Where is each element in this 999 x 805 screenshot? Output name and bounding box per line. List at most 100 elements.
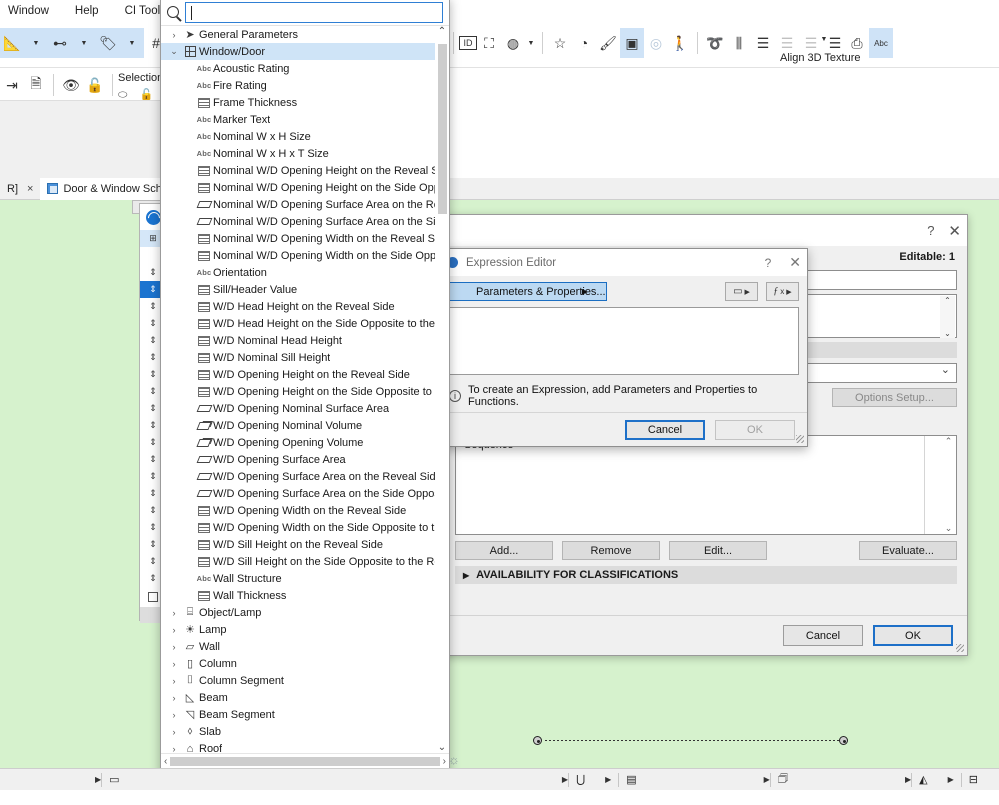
dimension-node-left[interactable] [533, 736, 542, 745]
add-button[interactable]: Add... [455, 541, 553, 560]
lock-select-icon[interactable]: 🔓 [83, 70, 107, 100]
expression-text-area[interactable] [447, 307, 799, 375]
tree-item[interactable]: W/D Opening Surface Area on the Side Opp… [161, 485, 435, 502]
tree-item[interactable]: W/D Opening Width on the Side Opposite t… [161, 519, 435, 536]
tree-item[interactable]: Abc Marker Text [161, 111, 435, 128]
tree-item[interactable]: ⌄ Window/Door [161, 43, 435, 60]
brush-icon[interactable]: 🖌 [596, 28, 620, 58]
options-setup-button[interactable]: Options Setup... [832, 388, 957, 407]
dimension-dropdown-icon[interactable]: ▼ [72, 28, 96, 58]
dimension-tool-icon[interactable]: ⊷ [48, 28, 72, 58]
pen-readout[interactable] [795, 769, 905, 791]
tree-item[interactable]: Abc Nominal W x H Size [161, 128, 435, 145]
align-3d-dropdown-icon[interactable]: ▼ [818, 24, 830, 54]
tree-item[interactable]: W/D Opening Surface Area [161, 451, 435, 468]
expander-icon[interactable]: › [167, 727, 181, 737]
tree-item[interactable]: Nominal W/D Opening Height on the Side O… [161, 179, 435, 196]
renovation-readout[interactable]: ▶ [935, 769, 961, 791]
pick-up-settings-icon[interactable]: ▣ [620, 28, 644, 58]
layer-readout[interactable] [644, 769, 764, 791]
tree-item[interactable]: Nominal W/D Opening Height on the Reveal… [161, 162, 435, 179]
stack-icon-1[interactable]: ☰ [751, 28, 775, 58]
expander-icon[interactable]: › [167, 744, 181, 754]
tree-item[interactable]: W/D Opening Width on the Reveal Side [161, 502, 435, 519]
resize-grip[interactable] [796, 435, 804, 443]
tree-item[interactable]: W/D Sill Height on the Reveal Side [161, 536, 435, 553]
expression-editor-titlebar[interactable]: Expression Editor ? ✕ [439, 249, 807, 276]
scroll-right-icon[interactable]: › [443, 756, 446, 767]
surface-paint-icon[interactable]: ◔ [572, 28, 596, 58]
close-icon[interactable]: ✕ [789, 254, 801, 271]
tree-item[interactable]: Frame Thickness [161, 94, 435, 111]
hscroll-thumb[interactable] [170, 756, 440, 766]
help-icon[interactable]: ? [765, 256, 772, 270]
expander-icon[interactable]: › [167, 642, 181, 652]
expander-icon[interactable]: › [167, 625, 181, 635]
availability-section-header[interactable]: ▶ AVAILABILITY FOR CLASSIFICATIONS [455, 566, 957, 584]
scroll-up-icon[interactable]: ⌃ [438, 26, 446, 37]
label-dropdown-icon[interactable]: ▼ [120, 28, 144, 58]
3d-cutaway-icon[interactable]: ➰ [703, 28, 727, 58]
label-tool-icon[interactable]: 🏷 [96, 28, 120, 58]
expander-icon[interactable]: › [167, 676, 181, 686]
walk-icon[interactable]: 🚶 [668, 28, 692, 58]
tree-item[interactable]: Nominal W/D Opening Width on the Reveal … [161, 230, 435, 247]
menu-help[interactable]: Help [71, 3, 103, 19]
paint-3d-icon[interactable]: ◍ [501, 28, 525, 58]
tree-item[interactable]: Abc Wall Structure [161, 570, 435, 587]
ruler-icon[interactable]: ▭ [102, 769, 126, 791]
remove-button[interactable]: Remove [562, 541, 660, 560]
resize-grip[interactable] [956, 644, 964, 652]
parameters-properties-button[interactable]: Parameters & Properties... ▶ [447, 282, 607, 301]
tree-item[interactable]: › ◺ Beam [161, 689, 435, 706]
ok-button[interactable]: OK [715, 419, 795, 440]
penset-readout[interactable]: ▶ [592, 769, 618, 791]
marquee-icon[interactable]: ⛶ [477, 28, 501, 58]
close-icon[interactable]: ✕ [948, 222, 961, 240]
tree-item[interactable]: Sill/Header Value [161, 281, 435, 298]
text-abc-icon[interactable]: Abc [869, 28, 893, 58]
eye-select-icon[interactable]: 👁 [59, 70, 83, 100]
expander-icon[interactable]: › [167, 710, 181, 720]
tree-item[interactable]: W/D Sill Height on the Side Opposite to … [161, 553, 435, 570]
tree-item[interactable]: Wall Thickness [161, 587, 435, 604]
tree-item[interactable]: W/D Opening Nominal Volume [161, 417, 435, 434]
tree-item[interactable]: › ➤ General Parameters [161, 26, 435, 43]
tree-item[interactable]: W/D Opening Height on the Side Opposite … [161, 383, 435, 400]
tree-item[interactable]: Abc Orientation [161, 264, 435, 281]
angle-readout[interactable] [0, 769, 95, 791]
tree-item[interactable]: Nominal W/D Opening Surface Area on the … [161, 196, 435, 213]
edit-button[interactable]: Edit... [669, 541, 767, 560]
cancel-button[interactable]: Cancel [625, 419, 705, 440]
export-arrow-icon[interactable]: ⇥ [0, 70, 24, 100]
measure-dropdown-icon[interactable]: ▼ [24, 28, 48, 58]
expander-icon[interactable]: › [167, 30, 181, 40]
element-id-icon[interactable]: ID [459, 36, 477, 50]
ok-button[interactable]: OK [873, 625, 953, 646]
cancel-button[interactable]: Cancel [783, 625, 863, 646]
tree-item[interactable]: Abc Fire Rating [161, 77, 435, 94]
expander-icon[interactable]: › [167, 693, 181, 703]
scroll-thumb[interactable] [438, 44, 447, 214]
tree-item[interactable]: W/D Opening Surface Area on the Reveal S… [161, 468, 435, 485]
tree-item[interactable]: W/D Opening Opening Volume [161, 434, 435, 451]
tree-item[interactable]: W/D Nominal Sill Height [161, 349, 435, 366]
expander-icon[interactable]: › [167, 659, 181, 669]
tree-item[interactable]: › ⬨ Slab [161, 723, 435, 740]
expander-icon[interactable]: ⌄ [167, 46, 181, 57]
tree-item[interactable]: Abc Nominal W x H x T Size [161, 145, 435, 162]
scale-readout[interactable] [127, 769, 197, 791]
dimension-node-right[interactable] [839, 736, 848, 745]
section-icon[interactable]: ⫼ [727, 28, 751, 58]
tree-horizontal-scrollbar[interactable]: ‹ › [161, 753, 449, 768]
favorites-star-icon[interactable]: ☆ [548, 28, 572, 58]
tree-item[interactable]: W/D Head Height on the Reveal Side [161, 298, 435, 315]
tree-item[interactable]: › ⌷ Column Segment [161, 672, 435, 689]
tree-item[interactable]: › ⌸ Object/Lamp [161, 604, 435, 621]
listbox-scrollbar[interactable]: ⌃ ⌄ [941, 436, 956, 534]
search-input[interactable] [185, 1, 443, 23]
tree-item[interactable]: › ☀ Lamp [161, 621, 435, 638]
tree-item[interactable]: › ⌂ Roof [161, 740, 435, 754]
renovation-dropdown-icon[interactable]: ▶ [948, 775, 954, 784]
tree-item[interactable]: › ◹ Beam Segment [161, 706, 435, 723]
